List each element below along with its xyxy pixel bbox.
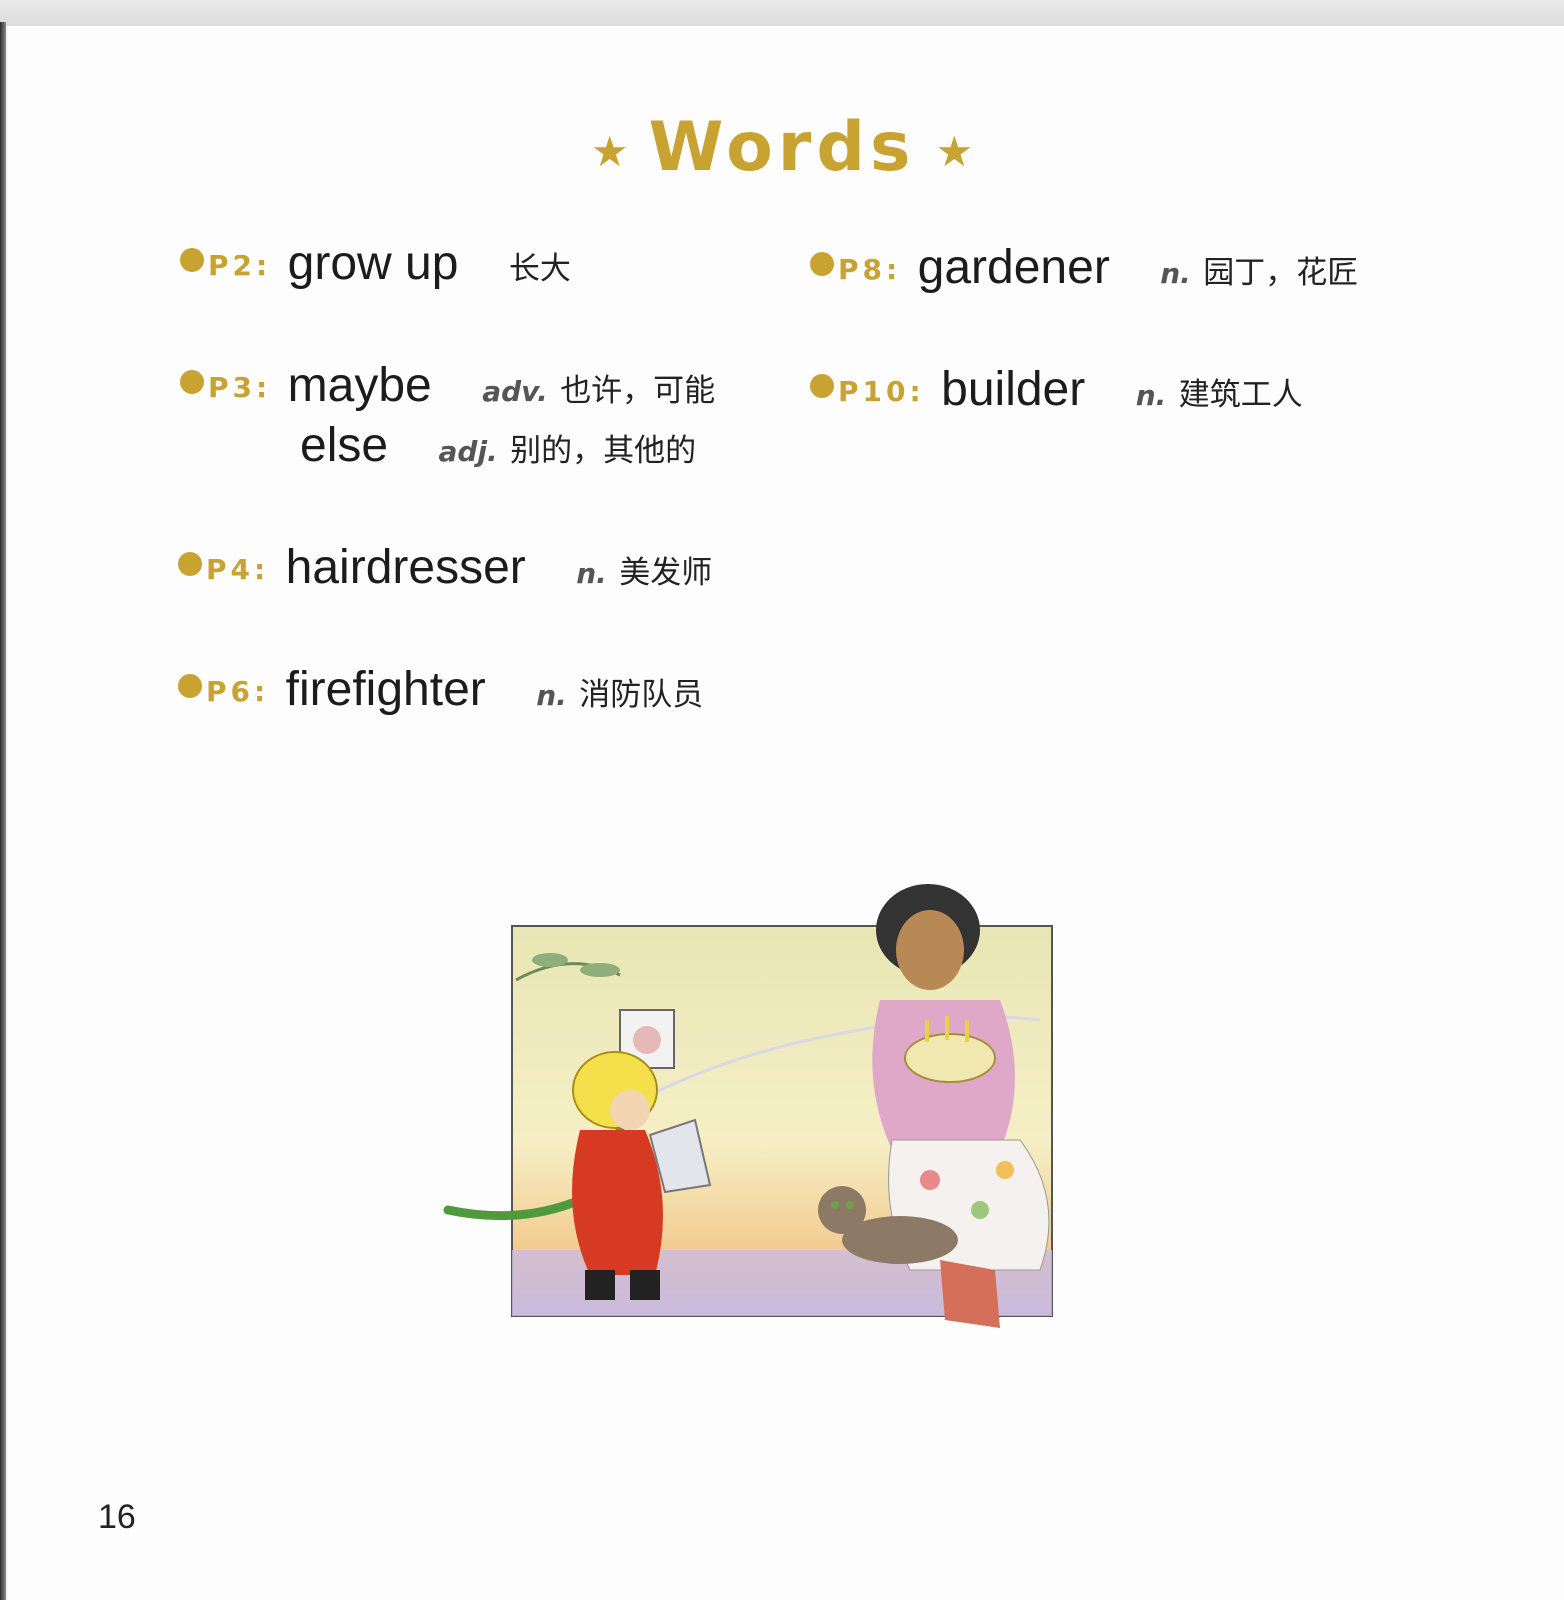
book-spine-shadow bbox=[0, 22, 6, 1600]
boot-right bbox=[630, 1270, 660, 1300]
cat-head bbox=[818, 1186, 866, 1234]
birthday-cake bbox=[904, 1033, 996, 1083]
flower bbox=[996, 1161, 1014, 1179]
star-left-icon: ★ bbox=[590, 127, 629, 176]
bullet-icon bbox=[810, 374, 834, 398]
word-entry-p2: P2: grow up 长大 bbox=[180, 236, 571, 291]
entry-pos: adj. bbox=[438, 435, 498, 468]
entry-meaning: 长大 bbox=[508, 251, 571, 287]
flower bbox=[971, 1201, 989, 1219]
cat-eye bbox=[831, 1201, 839, 1209]
bullet-icon bbox=[810, 252, 834, 276]
leaf bbox=[532, 953, 568, 967]
entry-page: P8: bbox=[838, 253, 902, 286]
word-entry-p10: P10: builder n. 建筑工人 bbox=[810, 362, 1303, 417]
entry-page: P3: bbox=[208, 371, 272, 404]
entry-term: grow up bbox=[287, 237, 459, 290]
flower bbox=[920, 1170, 940, 1190]
entry-term: firefighter bbox=[285, 663, 486, 716]
candle bbox=[925, 1020, 929, 1042]
boots bbox=[940, 1260, 1000, 1328]
page-title: ★ Words ★ bbox=[0, 108, 1564, 187]
page-number: 16 bbox=[98, 1498, 136, 1536]
bullet-icon bbox=[180, 370, 204, 394]
word-entry-p3-else: else adj. 别的，其他的 bbox=[300, 418, 696, 473]
boot-left bbox=[585, 1270, 615, 1300]
entry-term: maybe bbox=[287, 359, 432, 412]
candle bbox=[965, 1020, 969, 1042]
entry-pos: adv. bbox=[482, 375, 548, 408]
illustration-firefighter-birthday bbox=[443, 884, 1053, 1328]
entry-pos: n. bbox=[1160, 257, 1191, 290]
bullet-icon bbox=[178, 674, 202, 698]
woman-face bbox=[896, 910, 964, 990]
word-entry-p8: P8: gardener n. 园丁，花匠 bbox=[810, 240, 1358, 295]
entry-term: builder bbox=[941, 363, 1086, 416]
bullet-icon bbox=[178, 552, 202, 576]
entry-term: else bbox=[300, 419, 389, 472]
portrait bbox=[633, 1026, 661, 1054]
candle bbox=[945, 1016, 949, 1040]
word-entry-p4: P4: hairdresser n. 美发师 bbox=[178, 540, 712, 595]
leaf bbox=[580, 963, 620, 977]
entry-meaning: 消防队员 bbox=[579, 677, 704, 713]
entry-page: P4: bbox=[206, 553, 270, 586]
entry-meaning: 园丁，花匠 bbox=[1203, 255, 1359, 291]
word-entry-p3: P3: maybe adv. 也许，可能 bbox=[180, 358, 715, 413]
star-right-icon: ★ bbox=[935, 127, 974, 176]
entry-term: hairdresser bbox=[285, 541, 526, 594]
bullet-icon bbox=[180, 248, 204, 272]
entry-pos: n. bbox=[1135, 379, 1167, 412]
entry-meaning: 也许，可能 bbox=[560, 373, 716, 409]
entry-page: P10: bbox=[838, 375, 925, 408]
entry-meaning: 建筑工人 bbox=[1178, 377, 1303, 413]
title-text: Words bbox=[648, 108, 916, 187]
entry-pos: n. bbox=[536, 679, 567, 712]
entry-pos: n. bbox=[576, 557, 607, 590]
entry-page: P2: bbox=[208, 249, 272, 282]
cat-eye bbox=[846, 1201, 854, 1209]
entry-term: gardener bbox=[917, 241, 1110, 294]
word-entry-p6: P6: firefighter n. 消防队员 bbox=[178, 662, 703, 717]
girl-face bbox=[610, 1090, 650, 1130]
entry-meaning: 别的，其他的 bbox=[510, 433, 697, 469]
entry-page: P6: bbox=[206, 675, 270, 708]
red-coat bbox=[572, 1130, 663, 1275]
entry-meaning: 美发师 bbox=[619, 555, 713, 591]
scan-top-edge bbox=[0, 0, 1564, 26]
